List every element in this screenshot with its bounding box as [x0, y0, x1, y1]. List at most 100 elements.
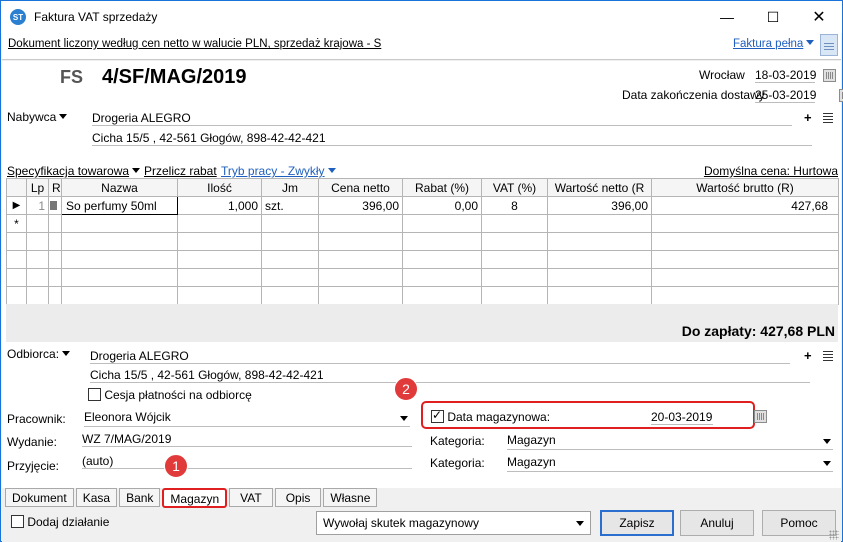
recipient-address-field[interactable]: Cicha 15/5 , 42-561 Głogów, 898-42-42-42… — [90, 368, 810, 383]
document-type: FS — [60, 67, 84, 87]
chevron-down-icon — [327, 168, 336, 173]
cell-gross-value[interactable]: 427,68 — [651, 196, 839, 215]
document-description[interactable]: Dokument liczony według cen netto w walu… — [8, 38, 381, 50]
chevron-down-icon — [576, 521, 584, 526]
current-row-icon: ▶ — [6, 196, 27, 215]
table-row[interactable] — [6, 268, 839, 287]
column-header[interactable]: Cena netto — [318, 178, 403, 197]
category-label: Kategoria: — [430, 456, 485, 470]
cell-lp[interactable]: 1 — [26, 196, 49, 215]
issue-date-field[interactable]: 18-03-2019 — [755, 68, 816, 83]
resize-grip-icon[interactable] — [829, 530, 839, 540]
maximize-button[interactable]: ☐ — [750, 1, 796, 33]
chevron-down-icon — [823, 439, 831, 444]
add-icon[interactable]: + — [804, 348, 812, 363]
tab-kasa[interactable]: Kasa — [75, 488, 118, 507]
title-bar: ST Faktura VAT sprzedaży — ☐ ✕ — [1, 1, 842, 33]
tab-vat[interactable]: VAT — [229, 488, 273, 507]
close-button[interactable]: ✕ — [796, 1, 842, 33]
work-mode-link[interactable]: Tryb pracy - Zwykły — [221, 164, 336, 178]
employee-select[interactable]: Eleonora Wójcik — [84, 410, 410, 427]
minimize-button[interactable]: — — [704, 1, 750, 33]
cell-name[interactable]: So perfumy 50ml — [61, 196, 178, 215]
cancel-button[interactable]: Anuluj — [680, 510, 754, 536]
table-row[interactable]: * — [6, 214, 839, 233]
checkbox-checked-icon[interactable] — [431, 408, 444, 423]
bottom-tabs: Dokument Kasa Bank Magazyn VAT Opis Włas… — [2, 488, 841, 508]
column-header[interactable]: VAT (%) — [481, 178, 548, 197]
chevron-down-icon — [62, 351, 71, 356]
buyer-address-field[interactable]: Cicha 15/5 , 42-561 Głogów, 898-42-42-42… — [92, 131, 812, 146]
checkbox-icon[interactable] — [88, 388, 101, 401]
cession-checkbox[interactable]: Cesja płatności na odbiorcę — [88, 388, 252, 402]
tab-wlasne[interactable]: Własne — [323, 488, 378, 507]
bottom-bar: Dodaj działanie Wywołaj skutek magazynow… — [2, 508, 841, 542]
add-action-checkbox[interactable]: Dodaj działanie — [11, 515, 109, 529]
items-table[interactable]: Lp R Nazwa Ilość Jm Cena netto Rabat (%)… — [6, 178, 839, 305]
cell-unit[interactable]: szt. — [261, 196, 319, 215]
warehouse-effect-select[interactable]: Wywołaj skutek magazynowy — [316, 511, 591, 535]
column-header[interactable]: Jm — [261, 178, 319, 197]
category-select[interactable]: Magazyn — [507, 455, 833, 472]
column-header[interactable]: Wartość brutto (R) — [651, 178, 839, 197]
buyer-name-field[interactable]: Drogeria ALEGRO — [92, 111, 792, 126]
save-button[interactable]: Zapisz — [600, 510, 674, 536]
delivery-date-label: Data zakończenia dostawy — [622, 88, 765, 102]
list-icon[interactable] — [823, 351, 833, 362]
category-select[interactable]: Magazyn — [507, 433, 833, 450]
storage-date-checkbox[interactable]: Data magazynowa: — [431, 408, 550, 424]
issue-field[interactable]: WZ 7/MAG/2019 — [82, 432, 412, 447]
default-price-link[interactable]: Domyślna cena: Hurtowa — [704, 164, 838, 178]
recipient-label[interactable]: Odbiorca: — [7, 347, 71, 361]
help-button[interactable]: Pomoc — [762, 510, 836, 536]
column-header[interactable]: Lp — [26, 178, 49, 197]
cell-qty[interactable]: 1,000 — [177, 196, 262, 215]
table-row[interactable] — [6, 250, 839, 269]
full-invoice-link[interactable]: Faktura pełna — [733, 38, 815, 50]
step-badge-1: 1 — [164, 454, 188, 478]
table-row[interactable] — [6, 232, 839, 251]
chevron-down-icon — [400, 416, 408, 421]
row-indicator-header — [6, 178, 27, 197]
document-icon[interactable] — [820, 34, 838, 56]
recalc-discount-link[interactable]: Przelicz rabat — [144, 164, 217, 178]
cell-r[interactable] — [48, 196, 62, 215]
cell-net-value[interactable]: 396,00 — [547, 196, 652, 215]
delivery-date-field[interactable]: 25-03-2019 — [755, 88, 816, 103]
table-header-row: Lp R Nazwa Ilość Jm Cena netto Rabat (%)… — [6, 178, 839, 197]
receipt-field[interactable]: (auto) — [82, 454, 412, 469]
document-number[interactable]: 4/SF/MAG/2019 — [102, 66, 247, 89]
add-icon[interactable]: + — [804, 110, 812, 125]
tab-opis[interactable]: Opis — [274, 488, 322, 507]
total-amount: Do zapłaty: 427,68 PLN — [681, 323, 835, 339]
tab-magazyn[interactable]: Magazyn — [162, 488, 228, 508]
column-header[interactable]: Wartość netto (R — [547, 178, 652, 197]
cell-net-price[interactable]: 396,00 — [318, 196, 403, 215]
calendar-icon[interactable] — [753, 410, 767, 423]
storage-date-field[interactable]: 20-03-2019 — [651, 410, 713, 425]
table-row[interactable]: ▶ 1 So perfumy 50ml 1,000 szt. 396,00 0,… — [6, 196, 839, 215]
column-header[interactable]: Ilość — [177, 178, 262, 197]
document-form: FS 4/SF/MAG/2019 Wrocław 18-03-2019 Data… — [2, 61, 843, 489]
tab-dokument[interactable]: Dokument — [5, 488, 74, 507]
checkbox-icon[interactable] — [11, 515, 24, 528]
issue-label: Wydanie: — [7, 435, 57, 449]
table-row[interactable] — [6, 286, 839, 305]
place-field[interactable]: Wrocław — [699, 68, 745, 82]
receipt-label: Przyjęcie: — [7, 459, 60, 473]
recipient-name-field[interactable]: Drogeria ALEGRO — [90, 349, 790, 364]
column-header[interactable]: Rabat (%) — [402, 178, 482, 197]
column-header[interactable]: Nazwa — [61, 178, 178, 197]
specification-menu[interactable]: Specyfikacja towarowa — [7, 164, 141, 178]
step-badge-2: 2 — [394, 377, 418, 401]
cell-vat[interactable]: 8 — [481, 196, 548, 215]
calendar-icon[interactable] — [839, 89, 843, 102]
list-icon[interactable] — [823, 113, 833, 124]
cell-discount[interactable]: 0,00 — [402, 196, 482, 215]
chevron-down-icon — [59, 114, 68, 119]
tab-bank[interactable]: Bank — [119, 488, 161, 507]
category-label: Kategoria: — [430, 434, 485, 448]
column-header[interactable]: R — [48, 178, 62, 197]
calendar-icon[interactable] — [823, 69, 836, 82]
buyer-label[interactable]: Nabywca — [7, 110, 68, 124]
